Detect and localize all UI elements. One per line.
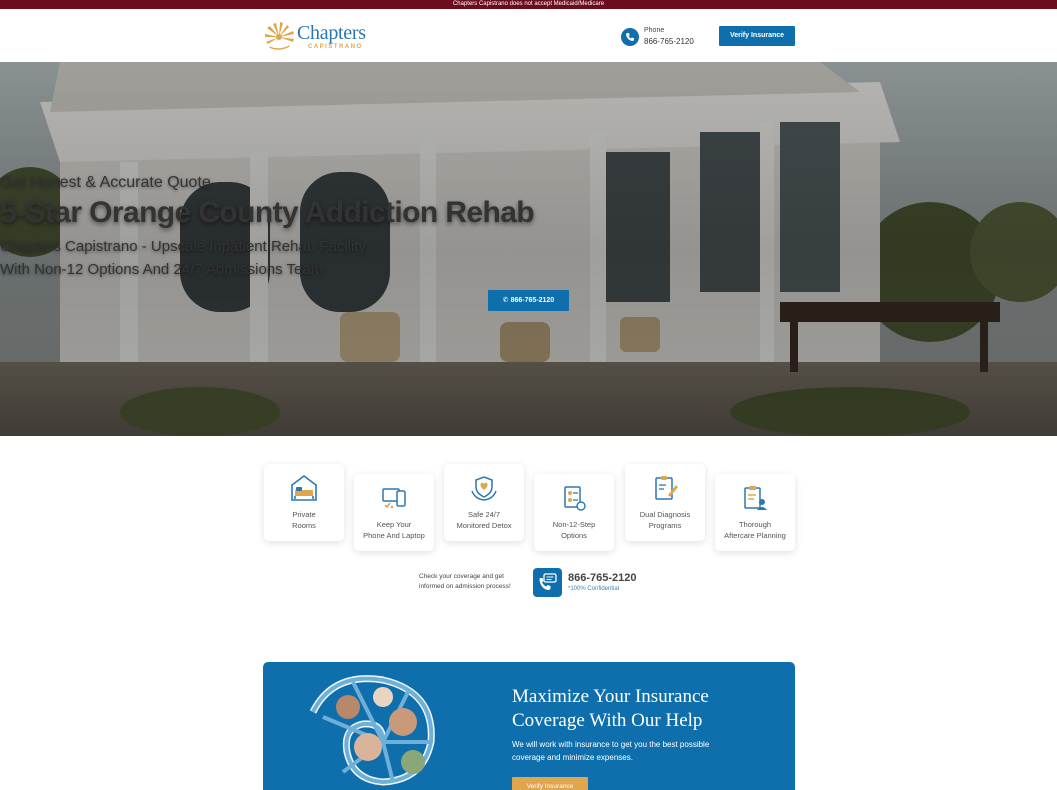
care-hands-icon xyxy=(471,476,497,501)
feature-label: Non-12-Step Options xyxy=(552,520,596,540)
medicaid-notice: Chapters Capistrano does not accept Medi… xyxy=(452,1,605,7)
phone-label: Phone xyxy=(644,27,665,34)
hero-banner: Get Honest & Accurate Quote 5-Star Orang… xyxy=(0,62,1057,436)
clipboard-icon xyxy=(655,476,678,500)
hero-call-button[interactable]: ✆ 866-765-2120 xyxy=(488,290,569,311)
coverage-callout: Check your coverage and get informed on … xyxy=(419,568,649,598)
phone-chat-icon[interactable] xyxy=(533,568,562,597)
verify-insurance-button[interactable]: Verify Insurance xyxy=(719,26,795,46)
logo-subtitle: CAPISTRANO xyxy=(308,44,363,50)
coverage-text: Check your coverage and get informed on … xyxy=(419,573,511,590)
feature-label: Dual Diagnosis Programs xyxy=(639,510,691,530)
nautilus-photo-collage xyxy=(309,675,435,786)
insurance-body-line1: We will work with insurance to get you t… xyxy=(512,740,710,749)
hero-call-number: 866-765-2120 xyxy=(510,297,555,304)
nautilus-logo-icon xyxy=(265,22,294,50)
feature-card-non-12-step: Non-12-Step Options xyxy=(534,474,614,551)
hero-title: 5-Star Orange County Addiction Rehab xyxy=(0,196,535,229)
hero-kicker: Get Honest & Accurate Quote xyxy=(0,174,211,191)
feature-label: Keep Your Phone And Laptop xyxy=(363,520,425,540)
header-phone-number[interactable]: 866-765-2120 xyxy=(644,37,694,46)
feature-card-dual-diagnosis: Dual Diagnosis Programs xyxy=(625,464,705,541)
feature-card-private-rooms: Private Rooms xyxy=(264,464,344,541)
insurance-title-line1: Maximize Your Insurance xyxy=(512,686,709,707)
feature-card-devices: Keep Your Phone And Laptop xyxy=(354,474,434,551)
feature-label: Safe 24/7 Monitored Detox xyxy=(456,510,512,530)
insurance-body-line2: coverage and minimize expenses. xyxy=(512,753,633,762)
logo[interactable]: Chapters CAPISTRANO xyxy=(263,20,373,52)
devices-icon xyxy=(382,488,406,509)
logo-name: Chapters xyxy=(297,22,366,44)
insurance-banner: Maximize Your Insurance Coverage With Ou… xyxy=(263,662,795,790)
phone-icon: ✆ xyxy=(502,297,509,304)
feature-label: Private Rooms xyxy=(292,510,316,530)
feature-card-detox: Safe 24/7 Monitored Detox xyxy=(444,464,524,541)
planning-icon xyxy=(744,486,767,510)
feature-label: Thorough Aftercare Planning xyxy=(724,520,786,540)
hero-subtitle-line1: Chapters Capistrano - Upscale Inpatient … xyxy=(0,238,367,255)
confidential-note: *100% Confidential xyxy=(568,586,620,592)
hero-subtitle-line2: With Non-12 Options And 24/7 Admissions … xyxy=(0,261,324,278)
options-icon xyxy=(564,486,586,511)
insurance-verify-button[interactable]: Verify Insurance xyxy=(512,777,588,790)
coverage-phone-number[interactable]: 866-765-2120 xyxy=(568,572,637,584)
header-phone[interactable]: Phone 866-765-2120 xyxy=(621,26,711,54)
phone-icon xyxy=(621,28,639,46)
bed-icon xyxy=(291,475,317,501)
site-header: Chapters CAPISTRANO Phone 866-765-2120 V… xyxy=(0,9,1057,62)
top-notice-bar: Chapters Capistrano does not accept Medi… xyxy=(0,0,1057,9)
feature-card-aftercare: Thorough Aftercare Planning xyxy=(715,474,795,551)
insurance-title-line2: Coverage With Our Help xyxy=(512,710,703,731)
